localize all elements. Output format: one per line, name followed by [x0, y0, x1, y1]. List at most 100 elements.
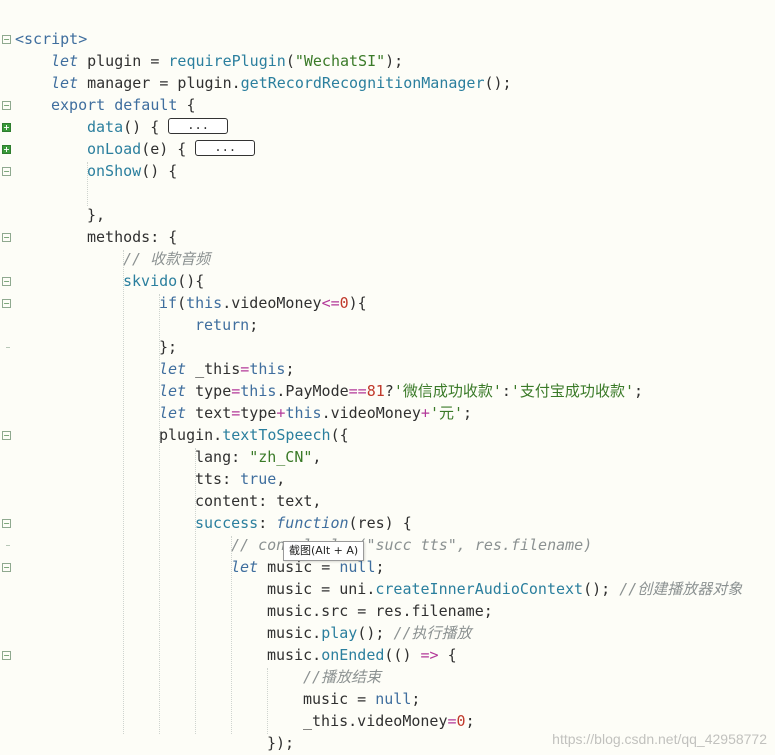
- code-token: 81: [366, 382, 385, 400]
- code-token: music = uni.: [267, 580, 376, 598]
- code-line[interactable]: methods: {: [87, 226, 177, 248]
- code-token: let: [159, 382, 187, 400]
- code-token: <script>: [15, 30, 88, 48]
- code-line[interactable]: success: function(res) {: [195, 512, 412, 534]
- collapsed-region-button[interactable]: ...: [168, 118, 228, 134]
- code-token: createInnerAudioContext: [375, 580, 584, 598]
- code-line[interactable]: music.onEnded(() => {: [267, 644, 457, 666]
- code-token: .PayMode: [276, 382, 349, 400]
- code-token: lang:: [195, 448, 250, 466]
- code-token: //执行播放: [393, 624, 472, 642]
- code-token: :: [258, 514, 277, 532]
- code-token: music.: [267, 646, 322, 664]
- code-token: ;: [285, 360, 295, 378]
- code-line[interactable]: music.src = res.filename;: [267, 600, 493, 622]
- code-token: });: [267, 734, 295, 752]
- code-line[interactable]: // 收款音频: [123, 248, 210, 270]
- code-line[interactable]: data() { ...: [87, 116, 228, 138]
- code-token: content: text,: [195, 492, 322, 510]
- code-token: //创建播放器对象: [619, 580, 743, 598]
- code-line[interactable]: content: text,: [195, 490, 321, 512]
- code-token: ?: [384, 382, 394, 400]
- code-line[interactable]: if(this.videoMoney<=0){: [159, 292, 367, 314]
- code-token: () {: [141, 162, 178, 180]
- code-line[interactable]: let text=type+this.videoMoney+'元';: [159, 402, 472, 424]
- code-line[interactable]: },: [87, 204, 105, 226]
- code-token: null: [375, 690, 412, 708]
- code-token: ){: [348, 294, 367, 312]
- code-token: music.: [267, 624, 322, 642]
- code-line[interactable]: tts: true,: [195, 468, 285, 490]
- code-token: onLoad: [87, 140, 142, 158]
- code-token: =: [447, 712, 457, 730]
- code-token: let: [159, 404, 187, 422]
- code-token: getRecordRecognitionManager: [240, 74, 485, 92]
- code-token: play: [321, 624, 358, 642]
- code-token: .videoMoney: [222, 294, 322, 312]
- code-token: data: [87, 118, 124, 136]
- code-line[interactable]: };: [159, 336, 177, 358]
- code-line[interactable]: });: [267, 732, 294, 754]
- code-token: {: [438, 646, 457, 664]
- code-token: (res) {: [348, 514, 412, 532]
- code-token: onShow: [87, 162, 142, 180]
- code-line[interactable]: let manager = plugin.getRecordRecognitio…: [51, 72, 512, 94]
- code-line[interactable]: let _this=this;: [159, 358, 294, 380]
- code-token: return: [195, 316, 250, 334]
- code-line[interactable]: <script>: [15, 28, 87, 50]
- code-token: textToSpeech: [222, 426, 331, 444]
- code-token: "zh_CN": [249, 448, 313, 466]
- code-token: // 收款音频: [123, 250, 211, 268]
- code-line[interactable]: plugin.textToSpeech({: [159, 424, 349, 446]
- code-token: skvido: [123, 272, 178, 290]
- code-line[interactable]: music.play(); //执行播放: [267, 622, 472, 644]
- code-line[interactable]: music = null;: [303, 688, 420, 710]
- code-token: if: [159, 294, 178, 312]
- code-token: <=: [321, 294, 340, 312]
- collapsed-region-button[interactable]: ...: [195, 140, 256, 156]
- code-line[interactable]: onLoad(e) { ...: [87, 138, 256, 160]
- code-line[interactable]: let type=this.PayMode==81?'微信成功收款':'支付宝成…: [159, 380, 643, 402]
- code-token: '元': [429, 404, 463, 422]
- code-token: let: [159, 360, 187, 378]
- code-token: =>: [420, 646, 439, 664]
- code-token: music =: [303, 690, 376, 708]
- code-token: ();: [484, 74, 512, 92]
- code-token: (){: [177, 272, 205, 290]
- code-token: (e) {: [141, 140, 196, 158]
- code-token: +: [420, 404, 430, 422]
- code-token: true: [240, 470, 277, 488]
- code-token: );: [385, 52, 404, 70]
- code-line[interactable]: _this.videoMoney=0;: [303, 710, 475, 732]
- code-token: ;: [411, 690, 421, 708]
- code-line[interactable]: let plugin = requirePlugin("WechatSI");: [51, 50, 403, 72]
- code-token: ,: [276, 470, 286, 488]
- code-token: this: [186, 294, 223, 312]
- code-token: =: [240, 360, 250, 378]
- code-token: () {: [123, 118, 169, 136]
- code-token: "WechatSI": [294, 52, 386, 70]
- code-token: ;: [465, 712, 475, 730]
- code-editor[interactable]: <script> let plugin = requirePlugin("Wech…: [0, 0, 775, 755]
- code-token: manager = plugin.: [78, 74, 241, 92]
- code-line[interactable]: onShow() {: [87, 160, 177, 182]
- code-line[interactable]: //播放结束: [303, 666, 381, 688]
- code-token: plugin.: [159, 426, 223, 444]
- code-token: '支付宝成功收款': [510, 382, 634, 400]
- watermark: https://blog.csdn.net/qq_42958772: [552, 731, 767, 747]
- code-token: :: [501, 382, 511, 400]
- code-token: methods: {: [87, 228, 178, 246]
- code-token: _this: [186, 360, 241, 378]
- indent-guide: [87, 162, 88, 206]
- code-token: (: [177, 294, 187, 312]
- code-token: ({: [330, 426, 349, 444]
- code-token: tts:: [195, 470, 241, 488]
- code-line[interactable]: skvido(){: [123, 270, 204, 292]
- code-line[interactable]: music = uni.createInnerAudioContext(); /…: [267, 578, 742, 600]
- code-line[interactable]: return;: [195, 314, 258, 336]
- code-token: ((): [384, 646, 421, 664]
- code-token: let: [51, 52, 79, 70]
- code-token: ;: [375, 558, 385, 576]
- code-line[interactable]: lang: "zh_CN",: [195, 446, 321, 468]
- code-line[interactable]: export default {: [51, 94, 196, 116]
